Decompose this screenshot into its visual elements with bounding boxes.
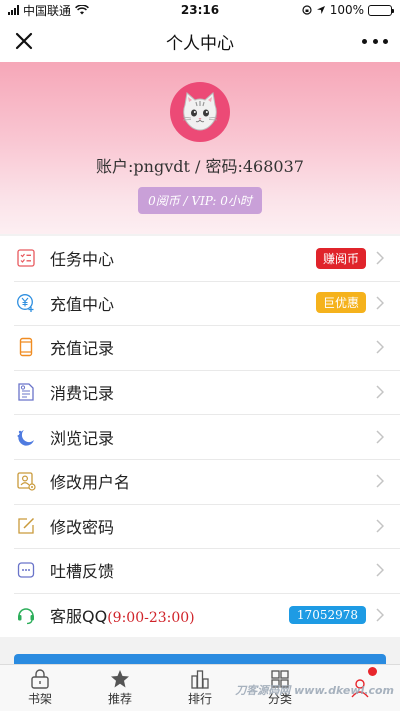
menu-item-consumption-records[interactable]: 消费记录 <box>0 369 400 415</box>
tab-label: 书架 <box>27 692 52 706</box>
menu-item-change-username[interactable]: 修改用户名 <box>0 458 400 504</box>
chevron-right-icon <box>376 474 384 488</box>
yuan-coin-icon <box>16 293 36 313</box>
menu-label: 修改密码 <box>50 517 115 537</box>
chevron-right-icon <box>376 340 384 355</box>
chevron-right-icon <box>376 296 384 310</box>
menu-label: 消费记录 <box>50 384 115 404</box>
document-icon <box>16 382 36 402</box>
chat-icon <box>16 560 36 580</box>
account-info: 账户:pngvdt / 密码:468037 <box>96 157 304 176</box>
battery-icon <box>368 4 394 16</box>
menu-label: 充值记录 <box>50 339 115 359</box>
status-bar: 中国联通 23:16 100% <box>0 0 400 20</box>
chevron-right-icon <box>376 385 384 399</box>
task-list-icon <box>16 248 36 268</box>
menu-item-task-center[interactable]: 任务中心 赚阅币 <box>0 236 400 281</box>
phone-icon <box>16 337 36 357</box>
menu-label: 修改用户名 <box>50 473 131 493</box>
nav-bar: 个人中心 <box>0 20 400 62</box>
moon-icon <box>16 427 36 447</box>
tab-ranking[interactable]: 排行 <box>160 665 240 711</box>
menu-label: 客服QQ(9:00-23:00) <box>50 603 195 627</box>
location-icon <box>316 6 325 14</box>
headset-icon <box>16 605 36 625</box>
notification-dot <box>368 667 377 676</box>
menu-label: 浏览记录 <box>50 428 115 448</box>
rank-icon <box>191 670 209 689</box>
discount-badge: 巨优惠 <box>315 292 366 314</box>
chevron-right-icon <box>376 563 384 577</box>
wifi-icon <box>75 5 89 15</box>
chevron-right-icon <box>376 519 384 533</box>
carrier-name: 中国联通 <box>23 3 72 18</box>
chevron-right-icon <box>376 251 384 265</box>
balance-badge: 0阅币 / VIP: 0小时 <box>138 187 262 214</box>
tab-label: 排行 <box>187 692 212 706</box>
tab-bookshelf[interactable]: 书架 <box>0 665 80 711</box>
shelf-icon <box>31 669 49 689</box>
menu-item-browse-history[interactable]: 浏览记录 <box>0 414 400 459</box>
close-icon[interactable] <box>12 29 36 53</box>
menu-item-recharge-records[interactable]: 充值记录 <box>0 325 400 370</box>
chevron-right-icon <box>376 608 384 622</box>
earn-coins-badge: 赚阅币 <box>315 247 366 269</box>
battery-percent: 100% <box>329 3 364 17</box>
menu-item-recharge-center[interactable]: 充值中心 巨优惠 <box>0 280 400 326</box>
page-title: 个人中心 <box>166 33 234 54</box>
menu-label: 任务中心 <box>50 250 115 270</box>
menu-label-text: 客服QQ <box>50 607 108 627</box>
signal-icon <box>8 5 19 15</box>
menu-label: 吐槽反馈 <box>50 562 115 582</box>
more-icon[interactable] <box>362 30 388 52</box>
cat-avatar-icon <box>182 92 218 131</box>
user-card-icon <box>16 471 36 491</box>
star-icon <box>111 670 129 688</box>
menu-item-feedback[interactable]: 吐槽反馈 <box>0 548 400 593</box>
tab-recommend[interactable]: 推荐 <box>80 665 160 711</box>
lock-rotation-icon <box>302 5 312 15</box>
tab-label: 推荐 <box>107 692 132 706</box>
watermark: 刀客源码网 www.dkewl.com <box>235 684 394 697</box>
menu-list: 任务中心 赚阅币 充值中心 巨优惠 充值记录 消费记录 浏览记录 修改用户名 修… <box>0 236 400 638</box>
status-time: 23:16 <box>180 3 220 17</box>
service-hours: (9:00-23:00) <box>107 610 195 627</box>
qq-number-badge[interactable]: 17052978 <box>288 606 366 625</box>
edit-icon <box>16 516 36 536</box>
chevron-right-icon <box>376 430 384 444</box>
menu-label: 充值中心 <box>50 294 115 314</box>
avatar[interactable] <box>170 82 230 142</box>
profile-header: 账户:pngvdt / 密码:468037 0阅币 / VIP: 0小时 <box>0 62 400 234</box>
menu-item-change-password[interactable]: 修改密码 <box>0 503 400 549</box>
menu-item-customer-service[interactable]: 客服QQ(9:00-23:00) 17052978 <box>0 592 400 638</box>
